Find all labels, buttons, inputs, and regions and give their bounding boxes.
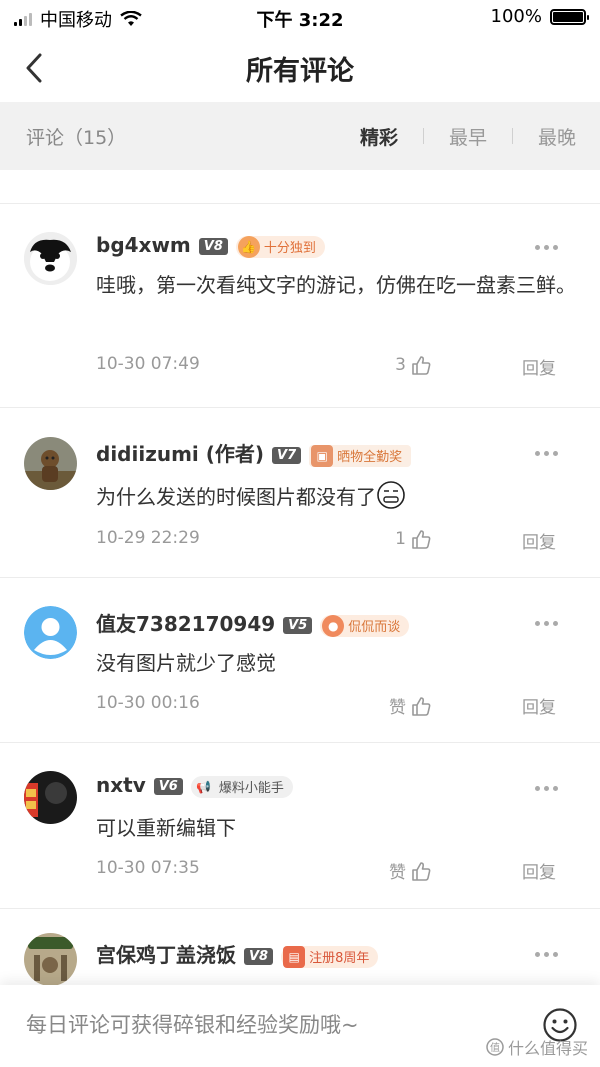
avatar[interactable]	[24, 606, 77, 659]
level-badge: V8	[244, 948, 274, 965]
comment-date: 10-30 07:35	[96, 858, 200, 878]
like-button[interactable]: 赞	[389, 858, 432, 883]
more-options-button[interactable]	[532, 949, 560, 959]
reply-button[interactable]: 回复	[522, 693, 556, 718]
megaphone-icon: 📢	[196, 779, 212, 794]
username[interactable]: nxtv V6 📢 爆料小能手	[96, 773, 293, 798]
username[interactable]: 值友7382170949 V5 ● 侃侃而谈	[96, 608, 410, 637]
like-button[interactable]: 赞	[389, 693, 432, 718]
comment-item: bg4xwm V8 👍 十分独到 哇哦，第一次看纯文字的游记，仿佛在吃一盘素三鲜。 1…	[0, 204, 600, 408]
thumbs-up-icon	[412, 530, 431, 549]
like-label: 赞	[389, 863, 406, 883]
comment-input-bar: 每日评论可获得碎银和经验奖励哦~ 值 什么值得买	[0, 985, 600, 1067]
avatar[interactable]	[24, 933, 77, 986]
avatar[interactable]	[24, 437, 77, 490]
nav-bar: 所有评论	[0, 34, 600, 102]
like-label: 赞	[389, 698, 406, 718]
divider	[422, 128, 424, 144]
sort-tab-earliest[interactable]: 最早	[449, 123, 487, 150]
achievement-badge: ● 侃侃而谈	[320, 614, 410, 637]
like-count: 3	[395, 355, 406, 375]
comment-text: 为什么发送的时候图片都没有了	[96, 480, 576, 514]
more-options-button[interactable]	[532, 618, 560, 628]
divider	[511, 128, 513, 144]
achievement-badge: ▣ 晒物全勤奖	[309, 444, 412, 467]
comment-count: 评论（15）	[26, 126, 127, 149]
page-title: 所有评论	[246, 55, 354, 87]
like-button[interactable]: 1	[395, 528, 432, 550]
thumbs-up-icon	[412, 861, 431, 881]
username[interactable]: bg4xwm V8 👍 十分独到	[96, 233, 325, 258]
back-button[interactable]	[18, 50, 50, 86]
comment-date: 10-29 22:29	[96, 528, 200, 548]
comment-text: 哇哦，第一次看纯文字的游记，仿佛在吃一盘素三鲜。	[96, 273, 576, 297]
level-badge: V7	[272, 447, 302, 464]
thumbs-up-icon	[412, 356, 431, 375]
level-badge: V5	[283, 617, 313, 634]
status-bar: 中国移动 下午 3:22 100%	[0, 0, 600, 34]
cake-icon: ▤	[283, 945, 306, 968]
avatar[interactable]	[24, 232, 77, 285]
reply-button[interactable]: 回复	[522, 354, 556, 379]
chevron-left-icon	[26, 53, 42, 83]
comment-text: 没有图片就少了感觉	[96, 651, 276, 675]
filter-bar: 评论（15） 精彩 最早 最晚	[0, 102, 600, 170]
comment-date: 10-30 07:49	[96, 354, 200, 374]
sort-tabs: 精彩 最早 最晚	[360, 123, 576, 150]
achievement-badge: ▤ 注册8周年	[281, 945, 379, 968]
username[interactable]: didiizumi (作者) V7 ▣ 晒物全勤奖	[96, 438, 412, 467]
thumbs-up-icon: 👍	[237, 235, 260, 258]
reply-button[interactable]: 回复	[522, 528, 556, 553]
comment-item: nxtv V6 📢 爆料小能手 可以重新编辑下 10-30 07:35 赞 回复	[0, 743, 600, 909]
achievement-badge: 👍 十分独到	[235, 235, 325, 258]
comment-input[interactable]: 每日评论可获得碎银和经验奖励哦~	[26, 1009, 359, 1039]
comment-text: 可以重新编辑下	[96, 816, 236, 840]
battery-icon	[550, 8, 589, 25]
more-options-button[interactable]	[532, 783, 560, 793]
comment-item: 值友7382170949 V5 ● 侃侃而谈 没有图片就少了感觉 10-30 00:1…	[0, 578, 600, 743]
like-count: 1	[395, 529, 406, 549]
spacer	[0, 170, 600, 204]
avatar[interactable]	[24, 771, 77, 824]
achievement-badge: 📢 爆料小能手	[190, 775, 293, 798]
comment-date: 10-30 00:16	[96, 693, 200, 713]
sort-tab-latest[interactable]: 最晚	[538, 123, 576, 150]
battery-percent: 100%	[490, 6, 542, 27]
watermark: 值 什么值得买	[486, 1035, 588, 1059]
more-options-button[interactable]	[532, 448, 560, 458]
comment-list: bg4xwm V8 👍 十分独到 哇哦，第一次看纯文字的游记，仿佛在吃一盘素三鲜。 1…	[0, 204, 600, 1029]
level-badge: V8	[198, 238, 228, 255]
smzdm-logo-icon: 值	[486, 1038, 504, 1056]
more-options-button[interactable]	[532, 242, 560, 252]
svg-text:值: 值	[490, 1041, 500, 1054]
camera-icon: ▣	[311, 444, 334, 467]
sort-tab-featured[interactable]: 精彩	[360, 123, 398, 150]
level-badge: V6	[153, 778, 183, 795]
reply-button[interactable]: 回复	[522, 858, 556, 883]
username[interactable]: 宫保鸡丁盖浇饭 V8 ▤ 注册8周年	[96, 939, 379, 968]
grimace-emoji-icon	[377, 481, 405, 509]
thumbs-up-icon	[412, 696, 431, 716]
chat-icon: ●	[322, 614, 345, 637]
comment-item: didiizumi (作者) V7 ▣ 晒物全勤奖 为什么发送的时候图片都没有了 10…	[0, 408, 600, 578]
like-button[interactable]: 3	[395, 354, 432, 376]
